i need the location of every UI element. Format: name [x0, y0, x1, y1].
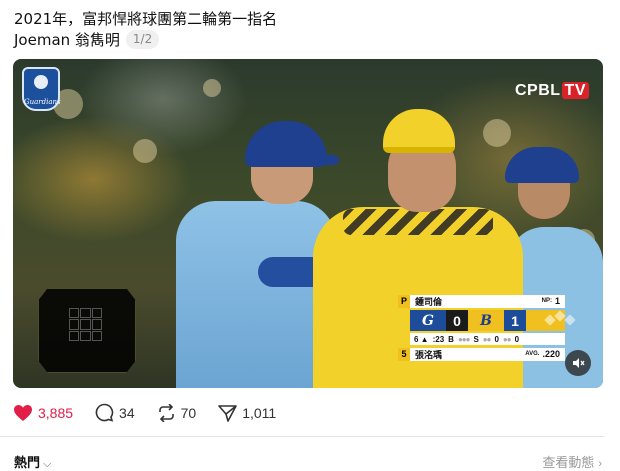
send-icon	[218, 404, 238, 422]
balls-label: B	[448, 334, 454, 344]
comment-button[interactable]: 34	[95, 403, 135, 422]
like-button[interactable]: 3,885	[13, 404, 73, 422]
view-activity-link[interactable]: 查看動態 ›	[542, 452, 602, 471]
pitch-count-label: NP:	[541, 298, 552, 304]
scoreboard: P 鍾司倫 NP: 1 G 0 B 1 6 ▲ :23 B ●●● S ●● 0…	[398, 294, 576, 363]
broadcaster-logo: CPBL TV	[511, 81, 593, 101]
count-row: 6 ▲ :23 B ●●● S ●● 0 ●● 0	[410, 333, 565, 345]
like-count: 3,885	[38, 404, 74, 421]
player-center-cap	[383, 109, 455, 153]
share-button[interactable]: 1,011	[218, 404, 276, 422]
team-logo: Guardians	[22, 67, 61, 111]
video-player[interactable]: Guardians CPBL TV P 鍾司倫 NP: 1 G 0 B 1 6 …	[13, 59, 603, 388]
repost-icon	[158, 403, 174, 422]
strikes-dots: ●●	[482, 334, 492, 344]
post-author-name: Joeman 翁雋明	[14, 31, 120, 49]
post-text-line2: Joeman 翁雋明 1/2	[14, 30, 277, 51]
strikes-value: 0	[494, 334, 499, 344]
inning-indicator: 6 ▲	[414, 334, 429, 344]
pitch-clock: :23	[432, 334, 445, 344]
pitcher-name: 鍾司倫	[415, 296, 443, 307]
home-team-logo: B	[468, 310, 504, 331]
post-text: 2021年，富邦悍將球團第二輪第一指名 Joeman 翁雋明 1/2	[14, 9, 277, 51]
outs-value: 0	[514, 334, 520, 344]
section-divider	[0, 436, 605, 437]
player-right-helmet	[505, 147, 579, 183]
away-runs: 0	[446, 310, 468, 331]
bases-diamond-icon	[526, 310, 576, 331]
heart-icon	[14, 404, 32, 421]
batter-tag: 5	[398, 347, 410, 361]
chevron-down-icon: ⌵	[43, 458, 52, 470]
repost-button[interactable]: 70	[157, 403, 197, 422]
repost-count: 70	[180, 404, 197, 421]
jersey-zigzag-pattern	[343, 209, 493, 235]
pitcher-tag: P	[398, 294, 410, 308]
comment-count: 34	[119, 404, 135, 421]
player-left-helmet	[245, 121, 339, 167]
strike-zone-panel	[38, 288, 136, 373]
score-row: G 0 B 1	[410, 310, 576, 331]
speaker-muted-icon	[573, 358, 585, 368]
away-team-logo: G	[410, 310, 446, 331]
view-activity-label: 查看動態	[542, 455, 595, 470]
strike-zone-grid	[69, 308, 102, 341]
post-text-line1: 2021年，富邦悍將球團第二輪第一指名	[14, 10, 278, 28]
player-left-body	[176, 201, 336, 388]
share-count: 1,011	[242, 404, 277, 421]
outs-dots: ●●	[502, 334, 512, 344]
pitch-count-value: 1	[554, 296, 560, 306]
mute-button[interactable]	[565, 350, 591, 376]
batter-name: 張洺瑀	[415, 349, 443, 360]
batter-row: 5 張洺瑀 AVG. .220	[398, 347, 565, 361]
batting-average-value: .220	[542, 349, 560, 359]
strikes-label: S	[473, 334, 479, 344]
batting-average-label: AVG.	[525, 351, 540, 357]
media-page-counter: 1/2	[125, 30, 160, 49]
comment-bubble-icon	[95, 403, 114, 422]
sort-dropdown[interactable]: 熱門 ⌵	[14, 452, 51, 471]
pitcher-row: P 鍾司倫 NP: 1	[398, 294, 565, 308]
chevron-right-icon: ›	[598, 458, 602, 470]
post-actions: 3,885 34 70 1,011	[13, 403, 298, 422]
home-runs: 1	[504, 310, 526, 331]
sort-label: 熱門	[14, 455, 41, 470]
balls-dots: ●●●	[457, 334, 470, 344]
